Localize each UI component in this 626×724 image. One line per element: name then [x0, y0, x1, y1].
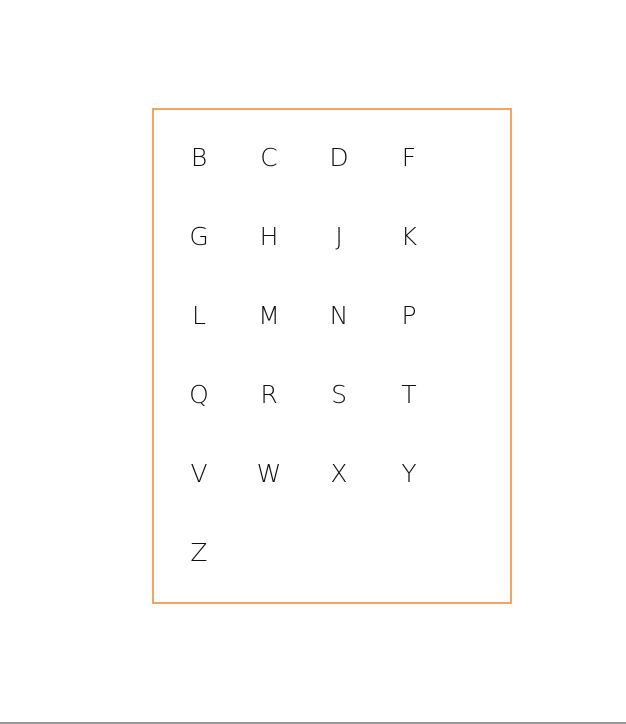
- letter-key-f[interactable]: F: [374, 122, 444, 192]
- letter-grid: B C D F G H J K L M N P Q R S T V W X Y …: [164, 122, 444, 596]
- letter-key-m[interactable]: M: [234, 280, 304, 350]
- letter-key-l[interactable]: L: [164, 280, 234, 350]
- letter-key-n[interactable]: N: [304, 280, 374, 350]
- letter-key-y[interactable]: Y: [374, 438, 444, 508]
- letter-key-z[interactable]: Z: [164, 517, 234, 587]
- letter-picker-panel: B C D F G H J K L M N P Q R S T V W X Y …: [152, 108, 512, 604]
- letter-key-r[interactable]: R: [234, 359, 304, 429]
- letter-key-b[interactable]: B: [164, 122, 234, 192]
- letter-key-q[interactable]: Q: [164, 359, 234, 429]
- letter-key-d[interactable]: D: [304, 122, 374, 192]
- letter-key-g[interactable]: G: [164, 201, 234, 271]
- letter-key-x[interactable]: X: [304, 438, 374, 508]
- letter-key-j[interactable]: J: [304, 201, 374, 271]
- letter-key-s[interactable]: S: [304, 359, 374, 429]
- letter-key-h[interactable]: H: [234, 201, 304, 271]
- letter-key-t[interactable]: T: [374, 359, 444, 429]
- page: B C D F G H J K L M N P Q R S T V W X Y …: [0, 0, 626, 724]
- letter-key-k[interactable]: K: [374, 201, 444, 271]
- letter-key-v[interactable]: V: [164, 438, 234, 508]
- letter-key-w[interactable]: W: [234, 438, 304, 508]
- letter-key-c[interactable]: C: [234, 122, 304, 192]
- letter-key-p[interactable]: P: [374, 280, 444, 350]
